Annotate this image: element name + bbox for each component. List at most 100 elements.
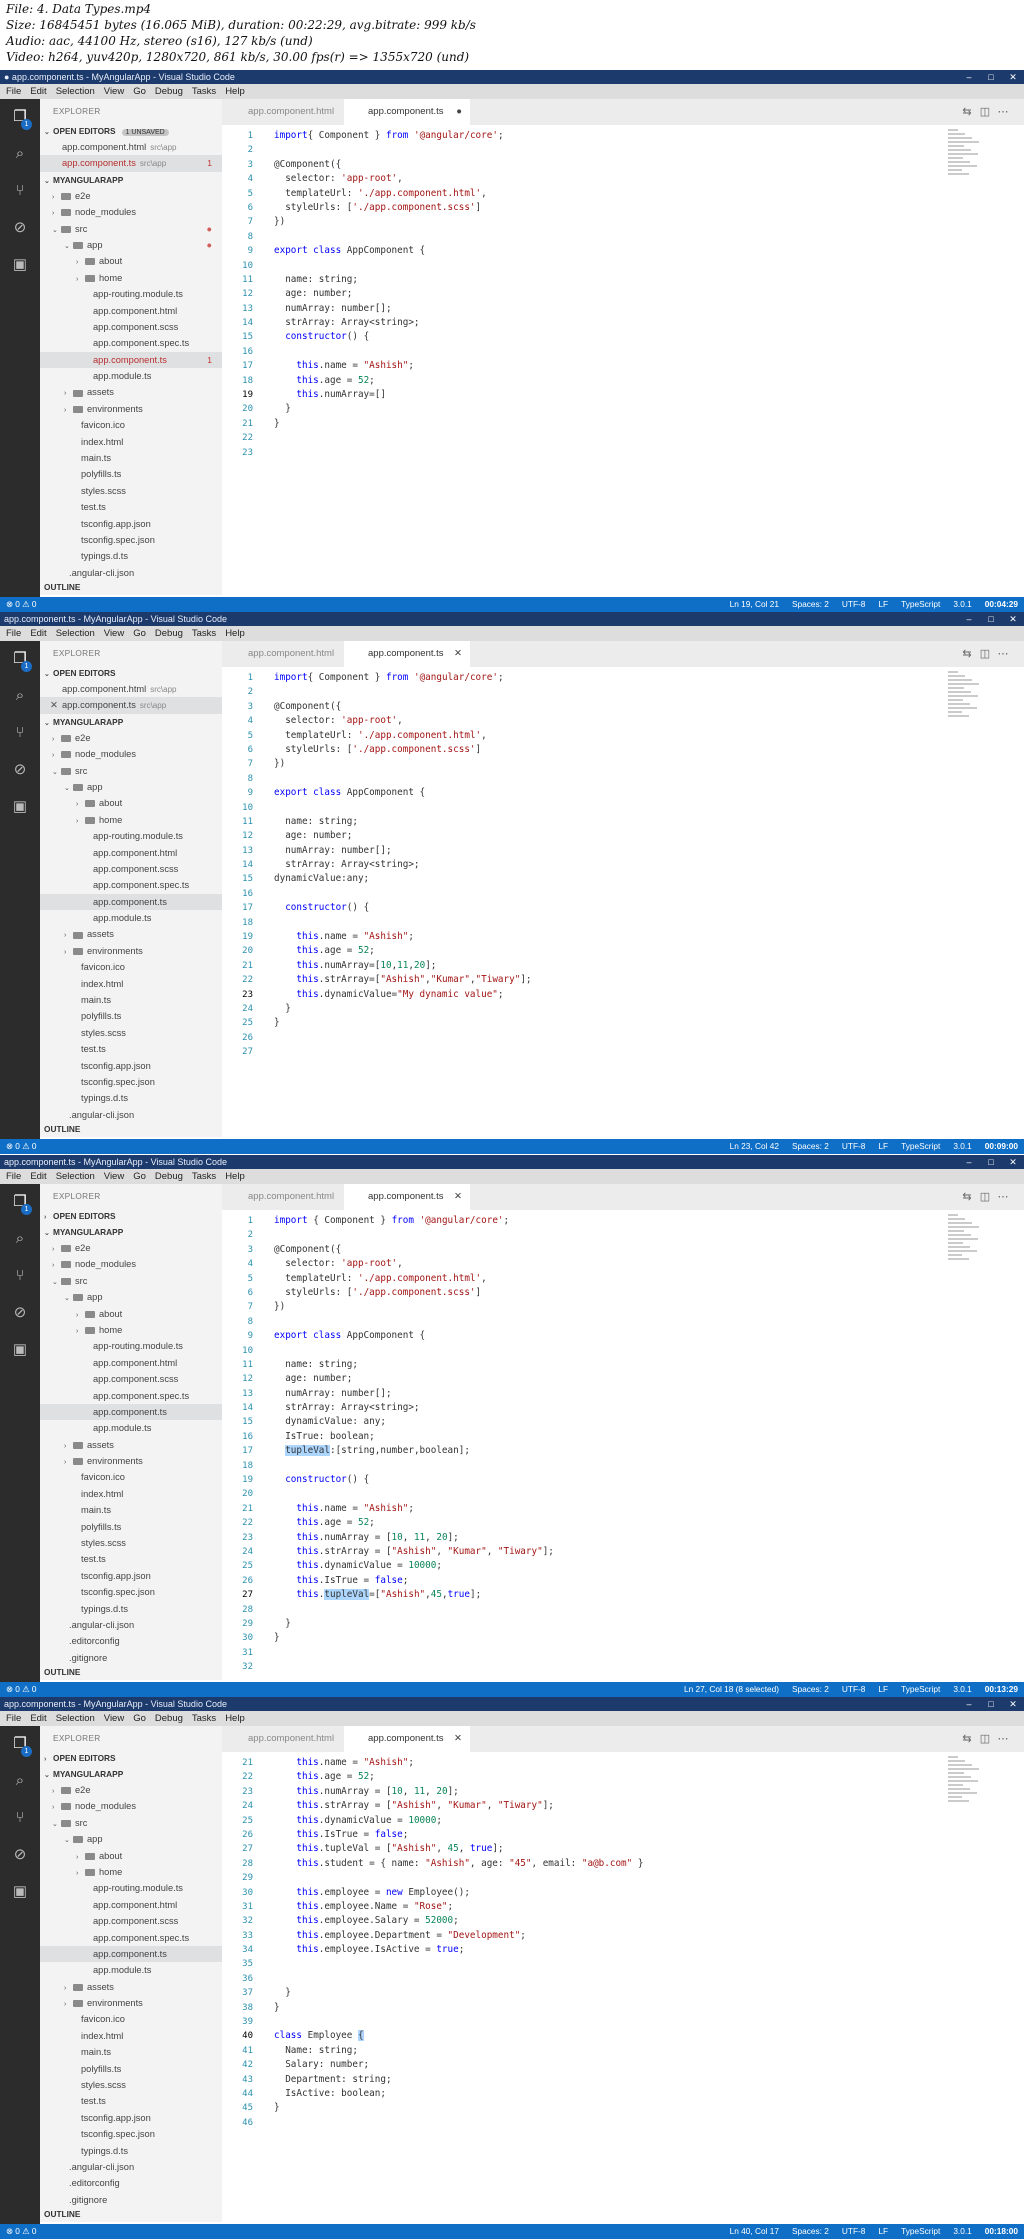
tree-file[interactable]: typings.d.ts bbox=[40, 2143, 222, 2159]
open-editor-item[interactable]: ✕ app.component.ts src\app bbox=[40, 697, 222, 714]
status-version[interactable]: 3.0.1 bbox=[953, 597, 971, 612]
tree-file[interactable]: app.component.spec.ts bbox=[40, 1930, 222, 1946]
tree-file[interactable]: polyfills.ts bbox=[40, 1008, 222, 1024]
close-icon[interactable]: ✕ bbox=[1002, 1155, 1024, 1169]
tree-folder[interactable]: › e2e bbox=[40, 1782, 222, 1798]
tree-file[interactable]: app.component.ts 1 bbox=[40, 351, 222, 369]
tree-folder[interactable]: › environments bbox=[40, 1995, 222, 2011]
close-editor-icon[interactable]: ✕ bbox=[50, 697, 58, 713]
tree-file[interactable]: .angular-cli.json bbox=[40, 2159, 222, 2175]
tree-file[interactable]: app.component.html bbox=[40, 845, 222, 861]
menu-item-view[interactable]: View bbox=[104, 626, 124, 641]
source-control-icon[interactable]: ⑂ bbox=[10, 1808, 30, 1828]
tree-file[interactable]: app.component.html bbox=[40, 1355, 222, 1371]
tree-file[interactable]: app.module.ts bbox=[40, 910, 222, 926]
menu-item-tasks[interactable]: Tasks bbox=[192, 626, 216, 641]
close-icon[interactable]: ✕ bbox=[1002, 612, 1024, 626]
tree-file[interactable]: polyfills.ts bbox=[40, 466, 222, 482]
split-editor-icon[interactable]: ◫ bbox=[978, 1732, 992, 1746]
minimap[interactable] bbox=[948, 1756, 982, 1802]
tree-file[interactable]: app-routing.module.ts bbox=[40, 1338, 222, 1354]
tree-folder[interactable]: › node_modules bbox=[40, 1256, 222, 1272]
code-editor[interactable]: 1 import{ Component } from '@angular/core… bbox=[222, 671, 922, 1060]
tree-file[interactable]: polyfills.ts bbox=[40, 1519, 222, 1535]
tree-folder[interactable]: ⌄ app bbox=[40, 779, 222, 795]
open-editors-header[interactable]: › OPEN EDITORS bbox=[40, 1750, 222, 1766]
tree-folder[interactable]: ⌄ app ● bbox=[40, 237, 222, 253]
open-editor-item[interactable]: app.component.html src\app bbox=[40, 681, 222, 697]
status-language[interactable]: TypeScript bbox=[901, 1682, 940, 1697]
open-editors-header[interactable]: ⌄ OPEN EDITORS 1 UNSAVED bbox=[40, 123, 222, 139]
status-encoding[interactable]: UTF-8 bbox=[842, 1139, 866, 1154]
minimize-icon[interactable]: – bbox=[958, 612, 980, 626]
tree-file[interactable]: polyfills.ts bbox=[40, 2061, 222, 2077]
menu-item-help[interactable]: Help bbox=[225, 84, 245, 99]
tree-file[interactable]: app.component.scss bbox=[40, 319, 222, 335]
extensions-block-icon[interactable]: ⊘ bbox=[10, 218, 30, 238]
search-icon[interactable]: ⌕ bbox=[10, 1229, 30, 1249]
menu-item-view[interactable]: View bbox=[104, 1711, 124, 1726]
source-control-icon[interactable]: ⑂ bbox=[10, 1266, 30, 1286]
status-language[interactable]: TypeScript bbox=[901, 597, 940, 612]
tree-file[interactable]: styles.scss bbox=[40, 483, 222, 499]
status-language[interactable]: TypeScript bbox=[901, 1139, 940, 1154]
tree-file[interactable]: app.module.ts bbox=[40, 1962, 222, 1978]
tree-file[interactable]: typings.d.ts bbox=[40, 1090, 222, 1106]
split-editor-icon[interactable]: ◫ bbox=[978, 105, 992, 119]
minimap[interactable] bbox=[948, 1214, 982, 1260]
tree-folder[interactable]: › home bbox=[40, 1864, 222, 1880]
close-tab-icon[interactable]: ✕ bbox=[454, 1726, 462, 1752]
menu-item-help[interactable]: Help bbox=[225, 1169, 245, 1184]
tree-file[interactable]: styles.scss bbox=[40, 2077, 222, 2093]
tree-file[interactable]: favicon.ico bbox=[40, 417, 222, 433]
menu-item-view[interactable]: View bbox=[104, 84, 124, 99]
debug-icon[interactable]: ▣ bbox=[10, 1882, 30, 1902]
tree-file[interactable]: index.html bbox=[40, 2028, 222, 2044]
tree-file[interactable]: typings.d.ts bbox=[40, 1601, 222, 1617]
minimize-icon[interactable]: – bbox=[958, 70, 980, 84]
tree-file[interactable]: app.component.ts bbox=[40, 893, 222, 911]
menu-item-edit[interactable]: Edit bbox=[30, 626, 46, 641]
status-encoding[interactable]: UTF-8 bbox=[842, 1682, 866, 1697]
tree-file[interactable]: index.html bbox=[40, 976, 222, 992]
tree-folder[interactable]: › node_modules bbox=[40, 1798, 222, 1814]
menu-item-tasks[interactable]: Tasks bbox=[192, 1169, 216, 1184]
status-version[interactable]: 3.0.1 bbox=[953, 2224, 971, 2239]
tree-file[interactable]: app-routing.module.ts bbox=[40, 1880, 222, 1896]
tree-file[interactable]: app.module.ts bbox=[40, 1420, 222, 1436]
tree-file[interactable]: .editorconfig bbox=[40, 2175, 222, 2191]
tree-file[interactable]: app.component.scss bbox=[40, 861, 222, 877]
tree-file[interactable]: tsconfig.spec.json bbox=[40, 532, 222, 548]
extensions-block-icon[interactable]: ⊘ bbox=[10, 1303, 30, 1323]
project-header[interactable]: ⌄ MYANGULARAPP bbox=[40, 172, 222, 188]
tree-folder[interactable]: › assets bbox=[40, 926, 222, 942]
close-tab-icon[interactable]: ✕ bbox=[454, 1184, 462, 1210]
close-icon[interactable]: ✕ bbox=[1002, 1697, 1024, 1711]
menu-item-view[interactable]: View bbox=[104, 1169, 124, 1184]
tab-app-component-ts[interactable]: app.component.ts ✕ bbox=[344, 1726, 470, 1752]
status-spaces[interactable]: Spaces: 2 bbox=[792, 2224, 829, 2239]
menu-item-file[interactable]: File bbox=[6, 1711, 21, 1726]
outline-section[interactable]: OUTLINE bbox=[40, 1122, 222, 1137]
tree-file[interactable]: .editorconfig bbox=[40, 1633, 222, 1649]
debug-icon[interactable]: ▣ bbox=[10, 1340, 30, 1360]
tree-file[interactable]: index.html bbox=[40, 434, 222, 450]
tab-app-component-html[interactable]: app.component.html bbox=[224, 99, 344, 125]
menu-item-debug[interactable]: Debug bbox=[155, 84, 183, 99]
tree-file[interactable]: app.component.scss bbox=[40, 1371, 222, 1387]
menu-item-edit[interactable]: Edit bbox=[30, 84, 46, 99]
menu-item-debug[interactable]: Debug bbox=[155, 1169, 183, 1184]
maximize-icon[interactable]: □ bbox=[980, 1697, 1002, 1711]
tree-folder[interactable]: › assets bbox=[40, 1979, 222, 1995]
status-eol[interactable]: LF bbox=[878, 1682, 888, 1697]
tree-file[interactable]: .angular-cli.json bbox=[40, 1617, 222, 1633]
tree-file[interactable]: styles.scss bbox=[40, 1025, 222, 1041]
outline-section[interactable]: OUTLINE bbox=[40, 2207, 222, 2222]
tree-file[interactable]: app.component.html bbox=[40, 1897, 222, 1913]
menu-item-debug[interactable]: Debug bbox=[155, 1711, 183, 1726]
problems-icon[interactable]: ⊗ 0 ⚠ 0 bbox=[6, 2226, 37, 2236]
tree-folder[interactable]: › about bbox=[40, 253, 222, 269]
menu-item-go[interactable]: Go bbox=[133, 1169, 146, 1184]
tab-app-component-html[interactable]: app.component.html bbox=[224, 1726, 344, 1752]
compare-changes-icon[interactable]: ⇆ bbox=[960, 1190, 974, 1204]
